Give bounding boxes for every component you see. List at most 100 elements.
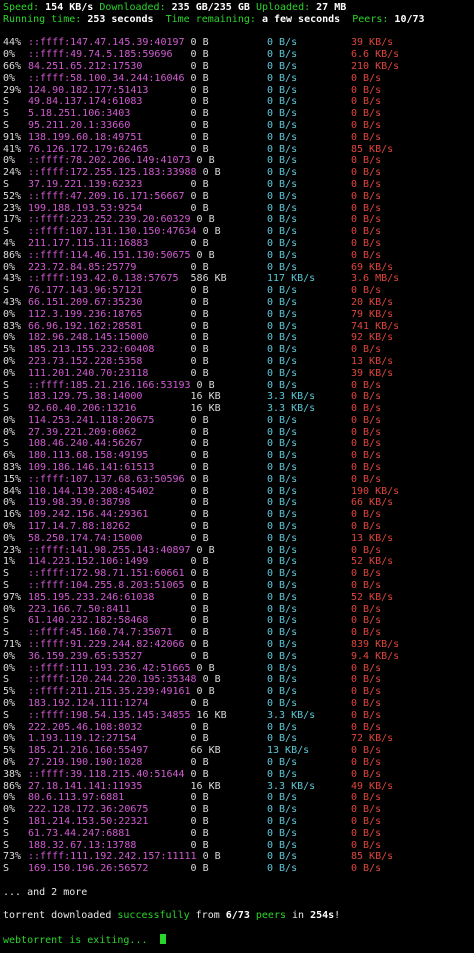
peer-progress: 0% bbox=[3, 792, 16, 804]
peer-download-speed: 0 B/s bbox=[267, 497, 298, 509]
peer-upload-speed: 0 B/s bbox=[351, 509, 382, 521]
peer-address: 180.113.68.158:49195 bbox=[28, 450, 149, 462]
peer-address: ::ffff:198.54.135.145:34855 bbox=[28, 709, 191, 721]
peer-downloaded: 16 KB bbox=[190, 403, 221, 415]
peer-download-speed: 0 B/s bbox=[267, 84, 298, 96]
peer-address: 182.96.248.145:15000 bbox=[28, 332, 149, 344]
peer-download-speed: 0 B/s bbox=[267, 485, 298, 497]
peer-downloaded: 0 B bbox=[190, 698, 209, 710]
peer-address: 5.18.251.106:3403 bbox=[28, 108, 131, 120]
peer-upload-speed: 52 KB/s bbox=[351, 556, 394, 568]
peer-address: 84.251.65.212:17530 bbox=[28, 60, 143, 72]
peer-progress: 5% bbox=[3, 686, 16, 698]
peer-downloaded: 0 B bbox=[196, 544, 215, 556]
peer-address: 112.3.199.236:18765 bbox=[28, 308, 143, 320]
peer-download-speed: 0 B/s bbox=[267, 615, 298, 627]
peer-download-speed: 0 B/s bbox=[267, 249, 298, 261]
peer-progress: 86% bbox=[3, 780, 22, 792]
peer-address: ::ffff:120.244.220.195:35348 bbox=[28, 674, 197, 686]
peer-row: 91% 138.199.60.18:49751 0 B 0 B/s 0 B/s bbox=[3, 132, 471, 144]
peer-address: 199.188.193.53:9254 bbox=[28, 202, 143, 214]
peer-row: 5%::ffff:211.215.35.239:49161 0 B 0 B/s 0 B… bbox=[3, 686, 471, 698]
peer-download-speed: 0 B/s bbox=[267, 768, 298, 780]
peer-row: 0%::ffff:49.74.5.185:59696 0 B 0 B/s 6.6 KB… bbox=[3, 49, 471, 61]
peer-row: S 188.32.67.13:13788 0 B 0 B/s 0 B/s bbox=[3, 840, 471, 852]
peer-row: 0% 222.128.172.36:20675 0 B 0 B/s 0 B/s bbox=[3, 804, 471, 816]
peer-progress: 0% bbox=[3, 308, 16, 320]
peer-address: 95.211.20.1:33660 bbox=[28, 119, 131, 131]
peer-row: S 92.60.40.206:13216 16 KB 3.3 KB/s 0 B/s bbox=[3, 403, 471, 415]
peer-download-speed: 3.3 KB/s bbox=[267, 709, 316, 721]
peer-progress: 0% bbox=[3, 521, 16, 533]
peer-address: ::ffff:223.252.239.20:60329 bbox=[28, 214, 191, 226]
peer-progress: 0% bbox=[3, 261, 16, 273]
peer-upload-speed: 13 KB/s bbox=[351, 532, 394, 544]
peer-upload-speed: 0 B/s bbox=[351, 698, 382, 710]
peer-address: 222.128.172.36:20675 bbox=[28, 804, 149, 816]
peer-downloaded: 0 B bbox=[190, 119, 209, 131]
uploaded-label: Uploaded: bbox=[255, 2, 311, 13]
peer-progress: 0% bbox=[3, 426, 16, 438]
peer-downloaded: 0 B bbox=[190, 285, 209, 297]
peer-progress: 23% bbox=[3, 544, 22, 556]
peer-address: 183.129.75.38:14000 bbox=[28, 391, 143, 403]
peer-downloaded: 0 B bbox=[190, 37, 209, 49]
peer-upload-speed: 741 KB/s bbox=[351, 320, 400, 332]
peer-progress: 0% bbox=[3, 757, 16, 768]
peer-progress: 0% bbox=[3, 155, 16, 167]
peer-row: 66% 84.251.65.212:17530 0 B 0 B/s 210 KB/s bbox=[3, 61, 471, 73]
peer-upload-speed: 0 B/s bbox=[351, 214, 382, 226]
peer-upload-speed: 0 B/s bbox=[351, 462, 382, 474]
speed-label: Speed: bbox=[3, 2, 40, 13]
peer-download-speed: 3.3 KB/s bbox=[267, 780, 316, 792]
peer-row: S 108.46.240.44:56267 0 B 0 B/s 0 B/s bbox=[3, 438, 471, 450]
peer-address: ::ffff:111.192.242.157:11111 bbox=[28, 851, 197, 863]
peer-progress: S bbox=[3, 815, 10, 827]
peer-upload-speed: 0 B/s bbox=[351, 72, 382, 84]
peer-download-speed: 3.3 KB/s bbox=[267, 391, 316, 403]
peer-downloaded: 0 B bbox=[190, 344, 209, 356]
peer-download-speed: 0 B/s bbox=[267, 839, 298, 851]
peer-row: S::ffff:198.54.135.145:34855 16 KB 3.3 KB/… bbox=[3, 710, 471, 722]
peer-downloaded: 0 B bbox=[190, 438, 209, 450]
peer-download-speed: 0 B/s bbox=[267, 627, 298, 639]
peer-upload-speed: 0 B/s bbox=[351, 84, 382, 96]
peer-download-speed: 0 B/s bbox=[267, 721, 298, 733]
peer-upload-speed: 0 B/s bbox=[351, 521, 382, 533]
peer-progress: S bbox=[3, 615, 10, 627]
peer-upload-speed: 0 B/s bbox=[351, 792, 382, 804]
peer-upload-speed: 0 B/s bbox=[351, 839, 382, 851]
peer-downloaded: 66 KB bbox=[190, 745, 221, 757]
peer-address: ::ffff:107.131.130.150:47634 bbox=[28, 226, 197, 238]
peer-row: S 37.19.221.139:62323 0 B 0 B/s 0 B/s bbox=[3, 179, 471, 191]
peer-row: 0%::ffff:111.193.236.42:51665 0 B 0 B/s 0 B… bbox=[3, 663, 471, 675]
peer-download-speed: 0 B/s bbox=[267, 379, 298, 391]
peer-progress: S bbox=[3, 627, 10, 639]
peer-download-speed: 0 B/s bbox=[267, 226, 298, 238]
peer-download-speed: 0 B/s bbox=[267, 131, 298, 143]
peer-row: S 183.129.75.38:14000 16 KB 3.3 KB/s 0 B/s bbox=[3, 391, 471, 403]
peer-downloaded: 0 B bbox=[190, 603, 209, 615]
peer-download-speed: 0 B/s bbox=[267, 414, 298, 426]
peer-row: 0% 223.166.7.50:8411 0 B 0 B/s 0 B/s bbox=[3, 604, 471, 616]
result-in-word: in bbox=[285, 910, 311, 922]
peer-downloaded: 0 B bbox=[190, 556, 209, 568]
peer-progress: 41% bbox=[3, 143, 22, 155]
peer-upload-speed: 0 B/s bbox=[351, 379, 382, 391]
peer-downloaded: 0 B bbox=[190, 804, 209, 816]
peer-address: 58.250.174.74:15000 bbox=[28, 532, 143, 544]
running-time-value: 253 seconds bbox=[87, 13, 154, 25]
peer-progress: S bbox=[3, 839, 10, 851]
peer-row: S 5.18.251.106:3403 0 B 0 B/s 0 B/s bbox=[3, 108, 471, 120]
peer-downloaded: 0 B bbox=[190, 509, 209, 521]
peer-address: ::ffff:47.209.16.171:56667 bbox=[28, 190, 185, 202]
peer-progress: 0% bbox=[3, 698, 16, 710]
peer-row: S::ffff:120.244.220.195:35348 0 B 0 B/s 0 B… bbox=[3, 674, 471, 686]
peer-row: 73%::ffff:111.192.242.157:11111 0 B 0 B/s 8… bbox=[3, 851, 471, 863]
peer-address: ::ffff:147.47.145.39:40197 bbox=[28, 37, 185, 49]
peer-downloaded: 0 B bbox=[190, 580, 209, 592]
peer-progress: 86% bbox=[3, 249, 22, 261]
peer-progress: S bbox=[3, 827, 10, 839]
peer-downloaded: 0 B bbox=[202, 167, 221, 179]
peer-download-speed: 0 B/s bbox=[267, 285, 298, 297]
